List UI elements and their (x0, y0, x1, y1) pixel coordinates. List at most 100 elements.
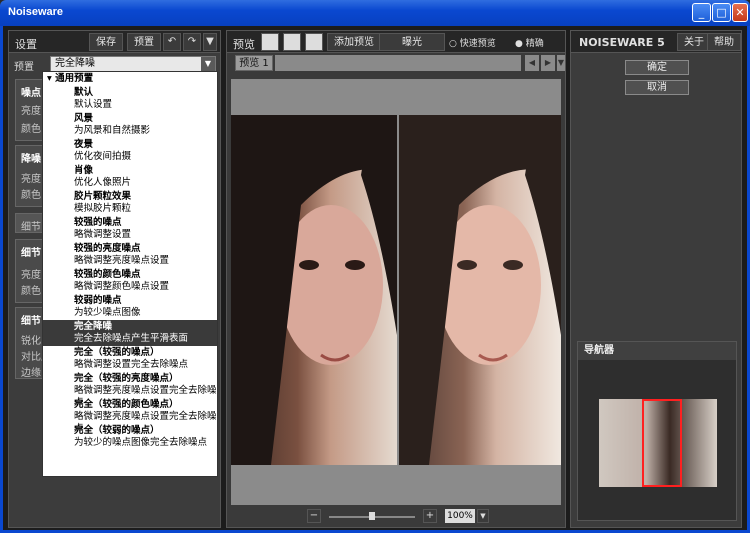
section-item: 边缘 (21, 368, 41, 379)
preset-option[interactable]: 完全降噪 完全去除噪点产生平滑表面 (43, 320, 217, 346)
chevron-down-icon[interactable]: ▼ (201, 57, 215, 71)
preset-option[interactable]: 较弱的噪点 为较少噪点图像 (43, 294, 217, 320)
preset-option[interactable]: 完全（较强的亮度噪点） 略微调整亮度噪点设置完全去除噪点 (43, 372, 217, 408)
preview-header: 预览 添加预览 曝光 ○ 快速预览 ● 精确 (227, 31, 565, 53)
preset-option[interactable]: 默认 默认设置 (43, 86, 217, 112)
zoom-out-button[interactable]: − (307, 509, 321, 523)
preset-option[interactable]: 完全（较强的噪点） 略微调整设置完全去除噪点 (43, 346, 217, 372)
next-arrow-icon[interactable]: ▶ (541, 55, 555, 71)
preset-option-title: 胶片颗粒效果 (74, 191, 132, 202)
preset-option-title: 肖像 (74, 165, 94, 176)
prev-arrow-icon[interactable]: ◀ (525, 55, 539, 71)
preset-option-desc: 略微调整设置完全去除噪点 (74, 359, 189, 370)
brand-logo: NOISEWARE 5 (579, 36, 665, 49)
preset-option[interactable]: 胶片颗粒效果 模拟胶片颗粒 (43, 190, 217, 216)
preset-option-title: 较弱的噪点 (74, 295, 122, 306)
preset-select[interactable]: 完全降噪 ▼ (50, 56, 216, 72)
chevron-down-icon[interactable]: ▼ (557, 55, 565, 71)
about-button[interactable]: 关于 (677, 33, 711, 51)
preset-option-desc: 默认设置 (74, 99, 113, 110)
title-bar: Noiseware _ □ ✕ (0, 0, 750, 26)
preset-option-desc: 优化人像照片 (74, 177, 132, 188)
precise-radio[interactable]: ● 精确 (515, 36, 544, 49)
preset-button[interactable]: 预置 (127, 33, 161, 51)
preset-label: 预置 (14, 62, 34, 73)
chevron-down-icon[interactable]: ▼ (203, 33, 217, 51)
app-header: NOISEWARE 5 关于 帮助 (571, 31, 741, 53)
navigator-title: 导航器 (578, 342, 736, 360)
navigator-thumbnail[interactable] (599, 399, 717, 487)
save-button[interactable]: 保存 (89, 33, 123, 51)
preset-option[interactable]: 夜景 优化夜间拍摄 (43, 138, 217, 164)
preview-tabbar: 预览 1 ◀ ▶ ▼ (231, 53, 565, 71)
zoom-slider-handle[interactable] (369, 512, 375, 520)
split-vertical-icon[interactable] (305, 33, 323, 51)
preset-option-desc: 略微调整亮度噪点设置 (74, 255, 170, 266)
preset-option-title: 完全（较强的颜色噪点） (74, 399, 179, 410)
section-item: 颜色 (21, 286, 41, 297)
single-view-icon[interactable] (261, 33, 279, 51)
section-title: 细节 (21, 248, 41, 259)
preset-option-desc: 模拟胶片颗粒 (74, 203, 132, 214)
preset-dropdown-list[interactable]: ▾ 通用预置 默认 默认设置 风景 为风景和自然摄影 夜景 优化夜间拍摄 肖像 优化人像照片胶… (42, 71, 218, 477)
preset-option-title: 完全（较强的亮度噪点） (74, 373, 179, 384)
navigator-panel: 导航器 (577, 341, 737, 521)
section-item: 亮度 (21, 174, 41, 185)
tab-strip (275, 55, 521, 71)
section-title: 噪点 (21, 88, 41, 99)
close-button[interactable]: ✕ (732, 3, 748, 22)
preset-option[interactable]: 完全（较弱的噪点） 为较少的噪点图像完全去除噪点 (43, 424, 217, 450)
section-title: 细节 (21, 316, 41, 327)
section-item: 颜色 (21, 190, 41, 201)
quick-preview-radio[interactable]: ○ 快速预览 (449, 36, 496, 49)
preset-option[interactable]: 较强的亮度噪点 略微调整亮度噪点设置 (43, 242, 217, 268)
tab-preview-1[interactable]: 预览 1 (235, 55, 273, 71)
preview-viewport[interactable] (231, 79, 561, 505)
preset-option[interactable]: 较强的颜色噪点 略微调整颜色噪点设置 (43, 268, 217, 294)
processed-photo (399, 115, 561, 465)
preset-option-title: 较强的亮度噪点 (74, 243, 141, 254)
window-title: Noiseware (8, 6, 64, 18)
preset-option-title: 完全（较强的噪点） (74, 347, 160, 358)
preset-option-title: 风景 (74, 113, 94, 124)
help-button[interactable]: 帮助 (707, 33, 741, 51)
preset-option-title: 默认 (74, 87, 94, 98)
settings-header: 设置 保存 预置 ↶ ↷ ▼ (9, 31, 220, 53)
app-panel: NOISEWARE 5 关于 帮助 确定 取消 导航器 (570, 30, 742, 528)
section-item: 亮度 (21, 106, 41, 117)
preset-option[interactable]: 较强的噪点 略微调整设置 (43, 216, 217, 242)
detail-tab-label: 细节 (21, 222, 41, 233)
preset-option-title: 完全降噪 (74, 321, 113, 332)
chevron-down-icon[interactable]: ▼ (477, 509, 489, 523)
cancel-button[interactable]: 取消 (625, 80, 689, 95)
preset-option-title: 完全（较弱的噪点） (74, 425, 160, 436)
navigator-view-rect[interactable] (642, 399, 682, 487)
exposure-button[interactable]: 曝光 (379, 33, 445, 51)
preset-option[interactable]: 完全（较强的颜色噪点） 略微调整亮度噪点设置完全去除噪点 (43, 398, 217, 434)
ok-button[interactable]: 确定 (625, 60, 689, 75)
add-preview-button[interactable]: 添加预览 (327, 33, 381, 51)
settings-title: 设置 (15, 38, 37, 51)
preset-option[interactable]: 风景 为风景和自然摄影 (43, 112, 217, 138)
zoom-value[interactable]: 100% (445, 509, 475, 523)
zoom-in-button[interactable]: + (423, 509, 437, 523)
split-horizontal-icon[interactable] (283, 33, 301, 51)
preset-option-desc: 完全去除噪点产生平滑表面 (74, 333, 189, 344)
preset-option[interactable]: 肖像 优化人像照片 (43, 164, 217, 190)
preset-selected-value: 完全降噪 (55, 58, 95, 69)
undo-icon[interactable]: ↶ (163, 33, 181, 51)
redo-icon[interactable]: ↷ (183, 33, 201, 51)
preset-option-desc: 为较少的噪点图像完全去除噪点 (74, 437, 208, 448)
preview-title: 预览 (233, 38, 255, 51)
preset-group-header: ▾ 通用预置 (47, 73, 94, 84)
maximize-button[interactable]: □ (712, 3, 731, 22)
preset-option-desc: 略微调整设置 (74, 229, 132, 240)
preset-option-title: 夜景 (74, 139, 94, 150)
section-item: 锐化 (21, 336, 41, 347)
preset-option-desc: 略微调整颜色噪点设置 (74, 281, 170, 292)
minimize-button[interactable]: _ (692, 3, 711, 22)
section-item: 颜色 (21, 124, 41, 135)
preset-option-title: 较强的颜色噪点 (74, 269, 141, 280)
preview-panel: 预览 添加预览 曝光 ○ 快速预览 ● 精确 预览 1 ◀ ▶ ▼ − + 10… (226, 30, 566, 528)
zoom-bar: − + 100% ▼ (227, 509, 567, 527)
